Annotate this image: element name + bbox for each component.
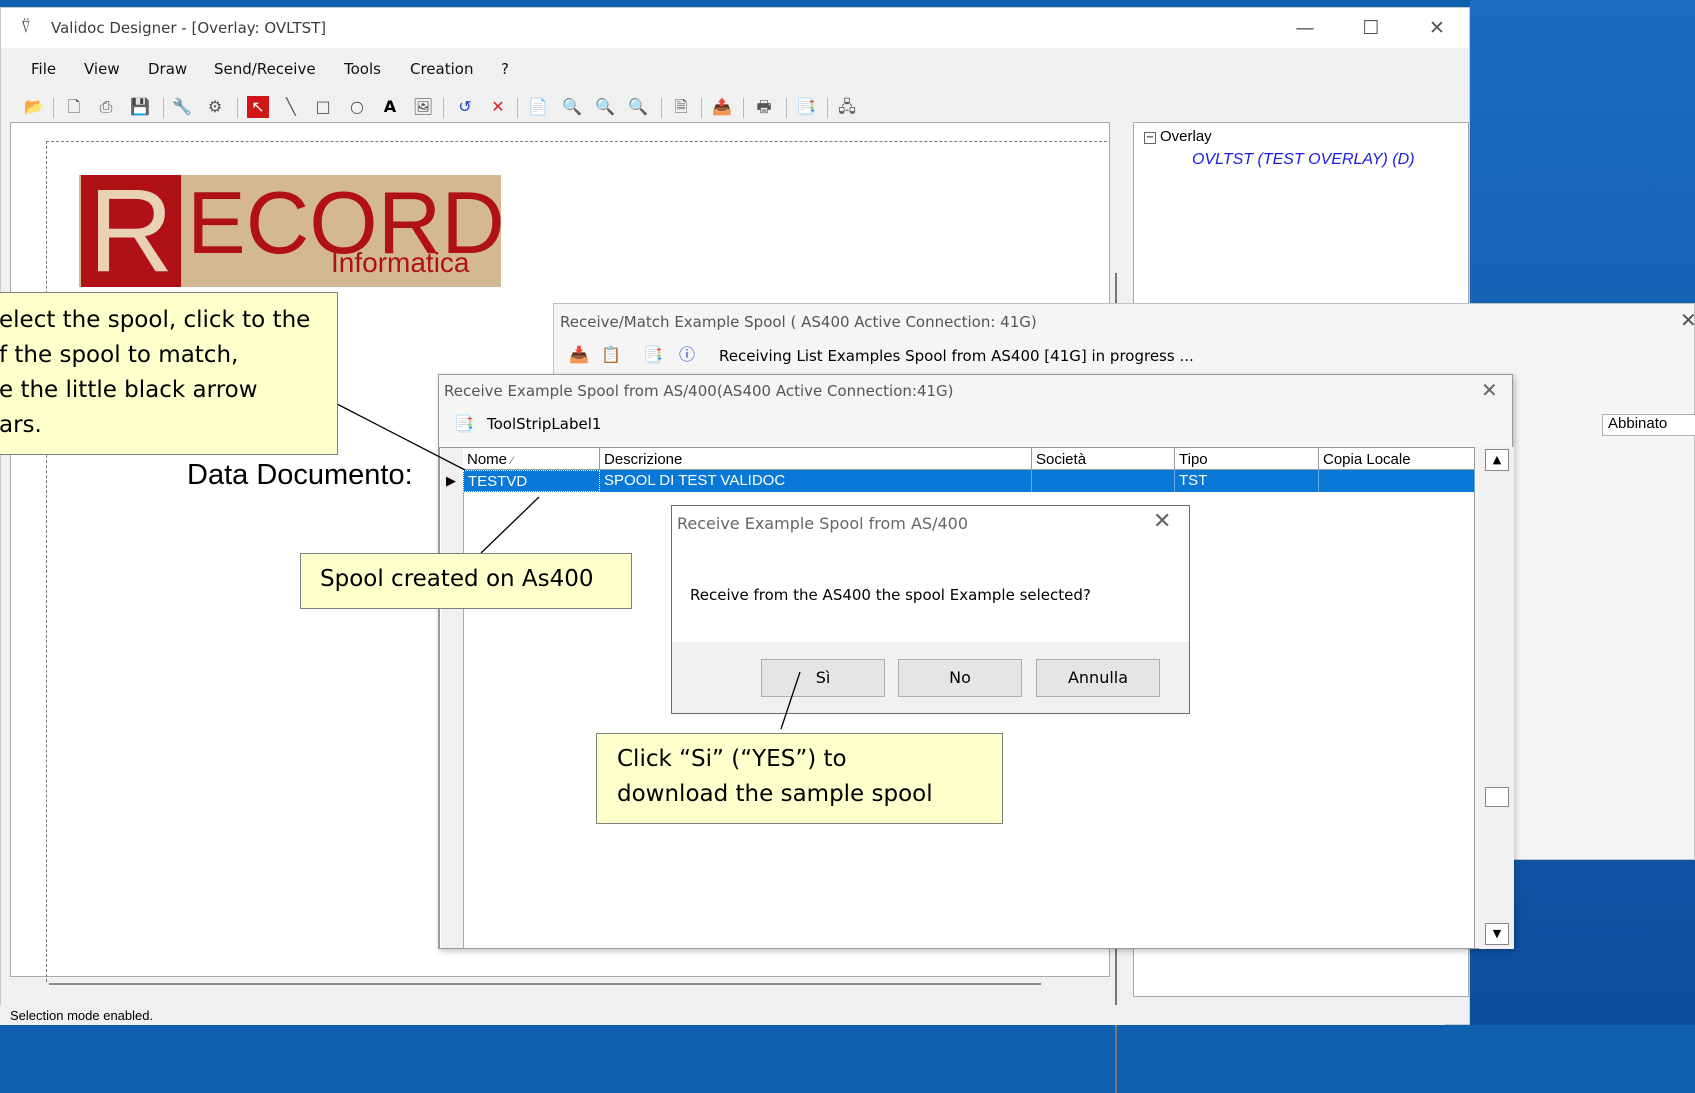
callout-line: Click “Si” (“YES”) to [617,746,847,772]
callout-spool-created: Spool created on As400 [300,553,632,609]
callout-line: download the sample spool [617,781,933,807]
callout-line: f the spool to match, [0,342,239,368]
pointer-line-spool [480,496,540,554]
callout-line: Spool created on As400 [320,566,594,592]
callout-line: ars. [0,412,42,438]
callout-click-yes: Click “Si” (“YES”) to download the sampl… [596,733,1003,824]
callout-pointers [336,403,801,730]
callout-line: elect the spool, click to the [0,307,311,333]
pointer-line-select [336,403,466,471]
callout-line: e the little black arrow [0,377,258,403]
callout-select-spool: elect the spool, click to the f the spoo… [0,292,338,455]
pointer-line-yes [780,671,801,730]
